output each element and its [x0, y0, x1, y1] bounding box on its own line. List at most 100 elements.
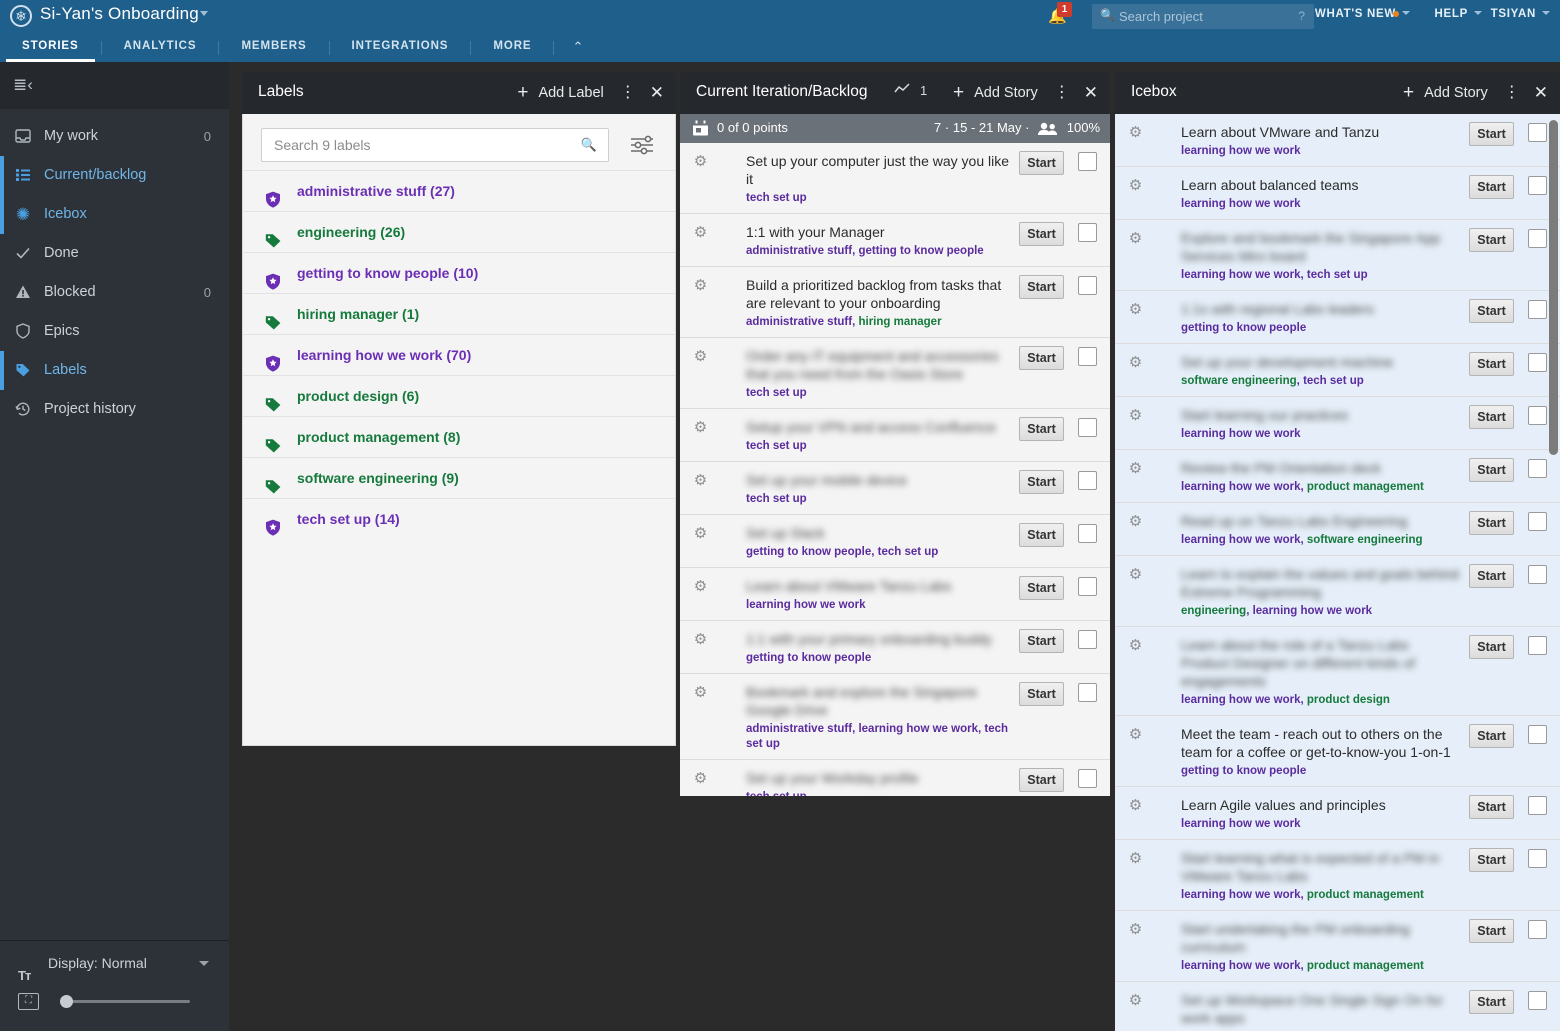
sidebar-item-done[interactable]: Done: [0, 234, 229, 273]
story-title[interactable]: Learn about balanced teams: [1181, 176, 1460, 194]
story-checkbox[interactable]: [1528, 406, 1547, 425]
story-label[interactable]: product management: [1307, 889, 1424, 901]
tab-analytics[interactable]: ANALYTICS: [102, 33, 219, 62]
story-label[interactable]: engineering: [1181, 605, 1246, 617]
story-checkbox[interactable]: [1528, 565, 1547, 584]
gear-icon[interactable]: ⚙: [1127, 992, 1144, 1009]
tab-integrations[interactable]: INTEGRATIONS: [330, 33, 471, 62]
story-title[interactable]: Start learning what is expected of a PM …: [1181, 849, 1460, 885]
gear-icon[interactable]: ⚙: [1127, 797, 1144, 814]
story-checkbox[interactable]: [1528, 123, 1547, 142]
story-label[interactable]: learning how we work: [1181, 481, 1301, 493]
label-row[interactable]: learning how we work (70): [243, 334, 675, 375]
story-label[interactable]: tech set up: [746, 791, 807, 796]
story-title[interactable]: 1:1 with your primary onboarding buddy: [746, 630, 1010, 648]
gear-icon[interactable]: ⚙: [692, 578, 709, 595]
gear-icon[interactable]: ⚙: [692, 631, 709, 648]
story-title[interactable]: Bookmark and explore the Singapore Googl…: [746, 683, 1010, 719]
collapse-nav-chevron-icon[interactable]: ⌃: [554, 33, 601, 60]
story-checkbox[interactable]: [1078, 152, 1097, 171]
label-row[interactable]: product management (8): [243, 416, 675, 457]
story-checkbox[interactable]: [1078, 276, 1097, 295]
story-checkbox[interactable]: [1078, 577, 1097, 596]
story-checkbox[interactable]: [1528, 636, 1547, 655]
story-checkbox[interactable]: [1078, 630, 1097, 649]
vertical-scrollbar[interactable]: [1549, 120, 1558, 455]
trend-line-icon[interactable]: [894, 83, 911, 98]
story-row[interactable]: ⚙ Order any IT equipment and accessories …: [680, 338, 1110, 409]
gear-icon[interactable]: ⚙: [1127, 124, 1144, 141]
snowflake-logo-icon[interactable]: ❄: [10, 5, 32, 27]
story-row[interactable]: ⚙ Explore and bookmark the Singapore App …: [1115, 220, 1560, 291]
story-label[interactable]: learning how we work: [1181, 694, 1301, 706]
start-button[interactable]: Start: [1019, 222, 1064, 246]
story-label[interactable]: learning how we work: [1181, 198, 1301, 210]
story-title[interactable]: Start undertaking the PM onboarding curr…: [1181, 920, 1460, 956]
gear-icon[interactable]: ⚙: [1127, 566, 1144, 583]
start-button[interactable]: Start: [1469, 635, 1514, 659]
story-label[interactable]: learning how we work: [1181, 534, 1301, 546]
story-label[interactable]: getting to know people: [1181, 322, 1306, 334]
gear-icon[interactable]: ⚙: [692, 224, 709, 241]
story-label[interactable]: administrative stuff: [746, 723, 852, 735]
start-button[interactable]: Start: [1469, 795, 1514, 819]
story-row[interactable]: ⚙ Learn about VMware Tanzu Labs learning h…: [680, 568, 1110, 621]
icebox-story-list[interactable]: ⚙ Learn about VMware and Tanzu learning ho…: [1115, 114, 1560, 1031]
story-checkbox[interactable]: [1528, 176, 1547, 195]
story-title[interactable]: Start learning our practices: [1181, 406, 1460, 424]
story-checkbox[interactable]: [1528, 459, 1547, 478]
start-button[interactable]: Start: [1469, 564, 1514, 588]
start-button[interactable]: Start: [1019, 576, 1064, 600]
story-label[interactable]: learning how we work: [858, 723, 978, 735]
story-label[interactable]: software engineering: [1181, 375, 1297, 387]
story-row[interactable]: ⚙ Start learning our practices learning ho…: [1115, 397, 1560, 450]
story-title[interactable]: Learn about the role of a Tanzu Labs Pro…: [1181, 636, 1460, 690]
story-label[interactable]: tech set up: [1303, 375, 1364, 387]
story-row[interactable]: ⚙ Learn about the role of a Tanzu Labs Pr…: [1115, 627, 1560, 716]
story-title[interactable]: 1:1s with regional Labs leaders: [1181, 300, 1460, 318]
gear-icon[interactable]: ⚙: [1127, 177, 1144, 194]
tab-members[interactable]: MEMBERS: [219, 33, 328, 62]
close-icon[interactable]: ✕: [1534, 72, 1548, 114]
story-label[interactable]: getting to know people: [746, 652, 871, 664]
gear-icon[interactable]: ⚙: [692, 153, 709, 170]
gear-icon[interactable]: ⚙: [692, 348, 709, 365]
gear-icon[interactable]: ⚙: [1127, 460, 1144, 477]
start-button[interactable]: Start: [1469, 724, 1514, 748]
story-row[interactable]: ⚙ 1:1 with your primary onboarding buddy g…: [680, 621, 1110, 674]
gear-icon[interactable]: ⚙: [692, 684, 709, 701]
add-story-button[interactable]: Add Story: [1424, 72, 1488, 114]
story-title[interactable]: Learn about VMware Tanzu Labs: [746, 577, 1010, 595]
story-label[interactable]: learning how we work: [1253, 605, 1373, 617]
story-row[interactable]: ⚙ Learn about VMware and Tanzu learning ho…: [1115, 114, 1560, 167]
story-label[interactable]: learning how we work: [1181, 889, 1301, 901]
backlog-story-list[interactable]: ⚙ Set up your computer just the way you l…: [680, 143, 1110, 796]
story-label[interactable]: product management: [1307, 960, 1424, 972]
start-button[interactable]: Start: [1469, 299, 1514, 323]
story-title[interactable]: Set up your mobile device: [746, 471, 1010, 489]
story-label[interactable]: tech set up: [746, 440, 807, 452]
story-label[interactable]: tech set up: [746, 493, 807, 505]
close-icon[interactable]: ✕: [650, 72, 664, 114]
story-label[interactable]: tech set up: [878, 546, 939, 558]
story-label[interactable]: learning how we work: [1181, 818, 1301, 830]
story-checkbox[interactable]: [1078, 418, 1097, 437]
plus-icon[interactable]: +: [517, 72, 528, 114]
story-row[interactable]: ⚙ Start learning what is expected of a PM…: [1115, 840, 1560, 911]
story-label[interactable]: learning how we work: [1181, 145, 1301, 157]
notifications-button[interactable]: 🔔 1: [1046, 2, 1072, 28]
kebab-menu-icon[interactable]: ⋮: [620, 72, 636, 114]
story-checkbox[interactable]: [1528, 796, 1547, 815]
story-title[interactable]: Set up your computer just the way you li…: [746, 152, 1010, 188]
label-row[interactable]: software engineering (9): [243, 457, 675, 498]
start-button[interactable]: Start: [1469, 175, 1514, 199]
story-checkbox[interactable]: [1078, 524, 1097, 543]
start-button[interactable]: Start: [1019, 682, 1064, 706]
gear-icon[interactable]: ⚙: [1127, 354, 1144, 371]
gear-icon[interactable]: ⚙: [1127, 230, 1144, 247]
story-row[interactable]: ⚙ Read up on Tanzu Labs Engineering learni…: [1115, 503, 1560, 556]
filter-sliders-icon[interactable]: [629, 134, 655, 156]
story-row[interactable]: ⚙ 1:1 with your Manager administrative stu…: [680, 214, 1110, 267]
story-checkbox[interactable]: [1078, 347, 1097, 366]
story-checkbox[interactable]: [1528, 300, 1547, 319]
